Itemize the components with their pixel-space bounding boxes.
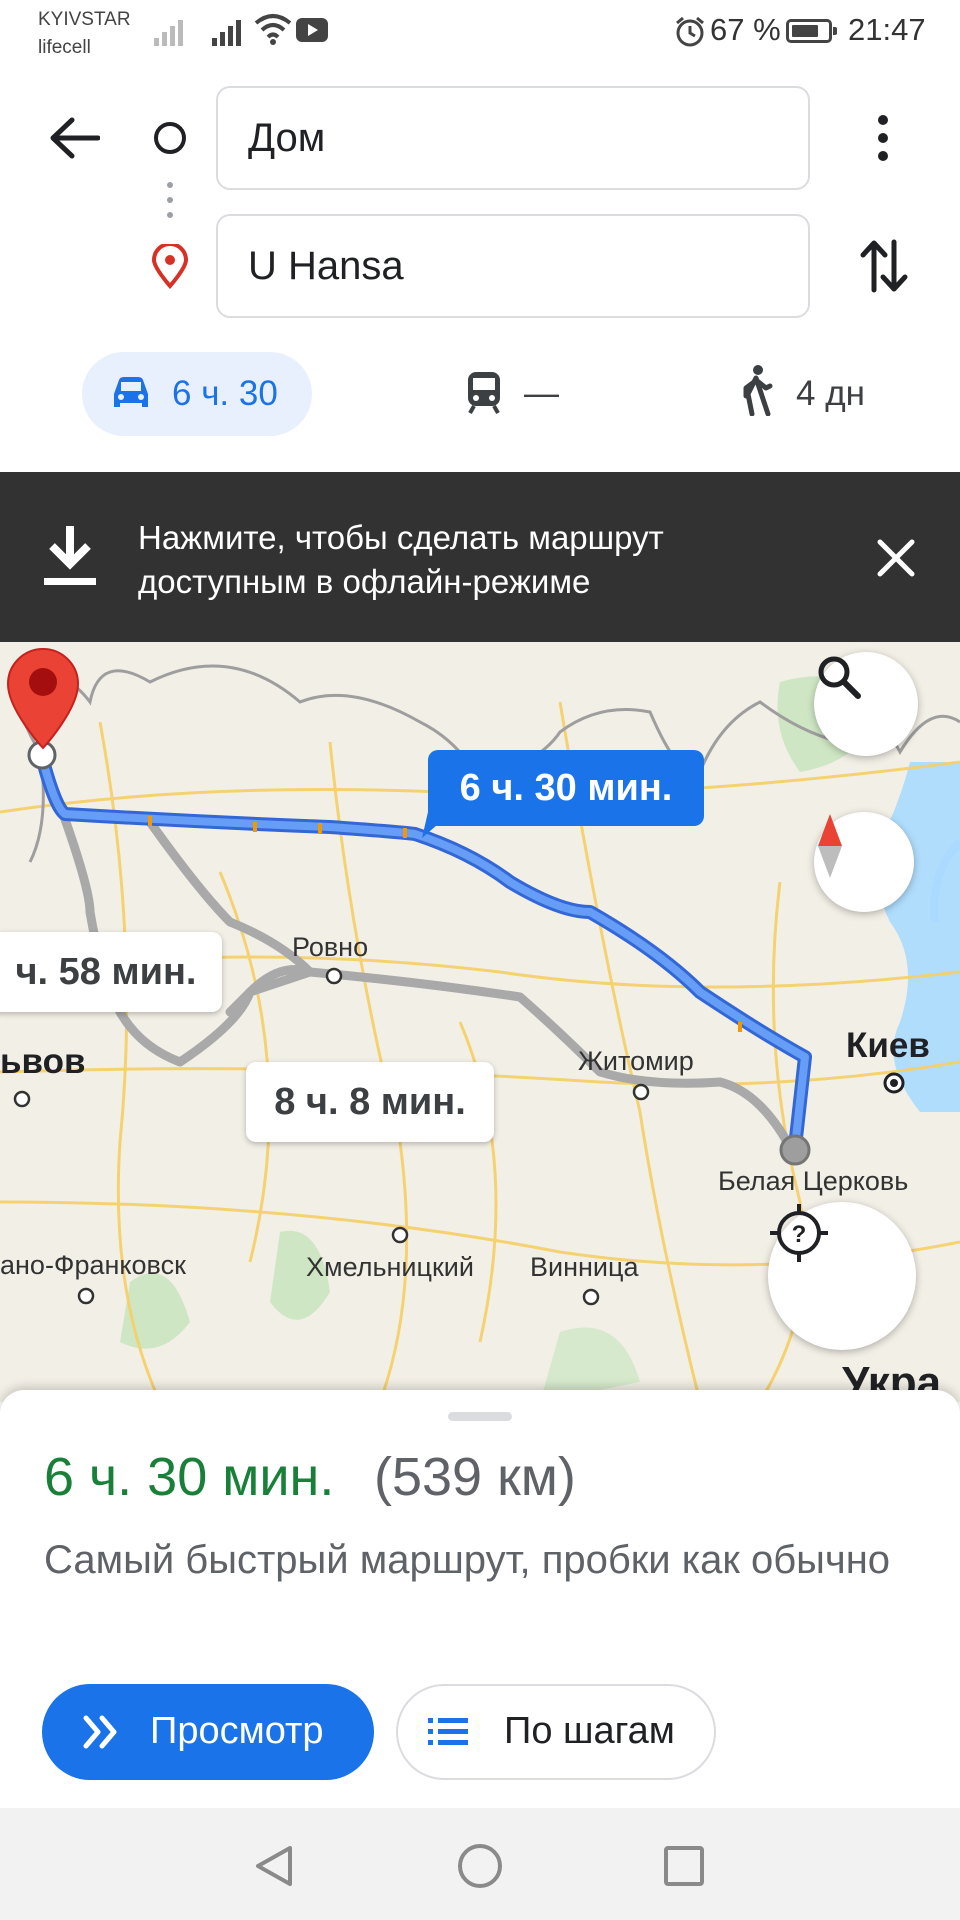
offline-banner-text: Нажмите, чтобы сделать маршрут доступным… xyxy=(138,519,664,600)
carrier-name-1: KYIVSTAR xyxy=(38,9,131,30)
mode-walk-duration: 4 дн xyxy=(796,374,865,413)
location-unknown-icon: ? xyxy=(770,1204,828,1262)
train-icon[interactable] xyxy=(464,370,504,414)
swap-icon[interactable] xyxy=(860,238,908,294)
nav-back-icon[interactable] xyxy=(254,1844,294,1888)
battery-icon xyxy=(786,19,837,43)
carrier-name-2: lifecell xyxy=(38,37,91,58)
youtube-icon xyxy=(296,18,328,42)
my-location-button[interactable]: ? xyxy=(768,1202,916,1350)
destination-pin-icon xyxy=(151,244,189,290)
directions-header: Дом U Hansa 6 ч. 30 — 4 дн xyxy=(0,62,960,470)
car-icon xyxy=(114,377,148,407)
back-arrow-icon[interactable] xyxy=(48,116,100,160)
wifi-icon xyxy=(254,14,292,45)
mode-car-duration: 6 ч. 30 xyxy=(172,374,278,413)
svg-text:?: ? xyxy=(792,1221,807,1248)
more-options-icon[interactable] xyxy=(872,114,894,162)
origin-input[interactable]: Дом xyxy=(216,86,810,190)
battery-percent: 67 % xyxy=(710,12,781,47)
search-icon xyxy=(818,656,861,699)
city-label-kiev: Киев xyxy=(846,1026,930,1065)
steps-button[interactable]: По шагам xyxy=(396,1684,716,1780)
offline-banner[interactable]: Нажмите, чтобы сделать маршрут доступным… xyxy=(0,472,960,642)
city-label-vinnitsa: Винница xyxy=(530,1252,639,1282)
city-label-rovno: Ровно xyxy=(292,932,369,962)
route-summary-sheet: 6 ч. 30 мин. (539 км) Самый быстрый марш… xyxy=(0,1390,960,1808)
destination-marker-icon[interactable] xyxy=(4,644,82,752)
route-description: Самый быстрый маршрут, пробки как обычно xyxy=(44,1538,891,1582)
steps-button-label: По шагам xyxy=(504,1710,675,1752)
route-duration: 6 ч. 30 мин. xyxy=(44,1447,335,1507)
city-label-ivano-frankovsk: ано-Франковск xyxy=(0,1250,186,1280)
nav-home-icon[interactable] xyxy=(456,1842,504,1890)
clock: 21:47 xyxy=(848,12,926,47)
signal-1-icon xyxy=(154,20,183,46)
mode-transit-duration: — xyxy=(524,374,559,413)
route-label-alt-2[interactable]: 8 ч. 8 мин. xyxy=(246,1062,494,1142)
preview-button-label: Просмотр xyxy=(150,1710,324,1752)
route-label-alt-1[interactable]: ч. 58 мин. xyxy=(0,932,222,1012)
city-label-khmelnitsky: Хмельницкий xyxy=(306,1252,474,1282)
route-dots-icon xyxy=(167,182,173,218)
sheet-handle[interactable] xyxy=(448,1412,512,1421)
compass-icon xyxy=(818,814,842,878)
map-view[interactable]: Ровно ьвов Житомир Киев Белая Церковь ан… xyxy=(0,642,960,1402)
walking-icon[interactable] xyxy=(738,364,774,416)
search-button[interactable] xyxy=(814,652,918,756)
preview-button[interactable]: Просмотр xyxy=(42,1684,374,1780)
city-label-zhitomir: Житомир xyxy=(578,1046,694,1076)
bubble-pointer xyxy=(422,812,452,838)
route-distance: (539 км) xyxy=(374,1447,576,1507)
double-chevron-icon xyxy=(83,1715,117,1749)
close-icon[interactable] xyxy=(876,538,916,578)
alarm-icon xyxy=(676,16,704,47)
nav-recents-icon[interactable] xyxy=(662,1844,706,1888)
system-nav-bar xyxy=(0,1808,960,1920)
status-bar: KYIVSTAR lifecell 67 % 21:47 xyxy=(0,0,960,62)
signal-2-icon xyxy=(212,20,241,46)
destination-input[interactable]: U Hansa xyxy=(216,214,810,318)
origin-circle-icon xyxy=(154,122,186,154)
route-label-primary[interactable]: 6 ч. 30 мин. xyxy=(428,750,704,826)
compass-button[interactable] xyxy=(814,812,914,912)
download-icon xyxy=(44,526,96,585)
city-label-belaya-tserkov: Белая Церковь xyxy=(718,1166,909,1196)
list-icon xyxy=(428,1718,468,1745)
city-label-lvov: ьвов xyxy=(0,1042,86,1081)
